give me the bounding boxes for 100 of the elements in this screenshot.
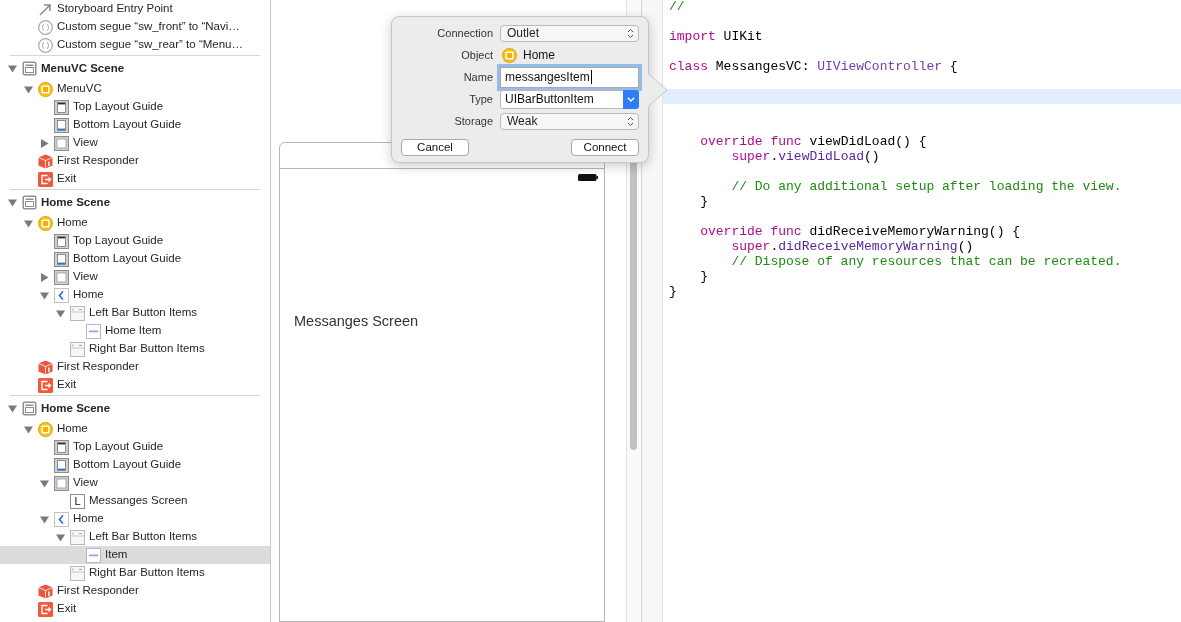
code-line: override func didReceiveMemoryWarning() { bbox=[700, 224, 1021, 239]
outline-item[interactable]: Storyboard Entry Point bbox=[0, 0, 270, 18]
battery-icon bbox=[578, 174, 598, 181]
outline-item[interactable]: Home bbox=[0, 510, 270, 528]
outline-item[interactable]: Bottom Layout Guide bbox=[0, 250, 270, 268]
cube-icon bbox=[38, 359, 53, 375]
dialog-button[interactable]: Connect bbox=[571, 139, 639, 156]
screen-label: Messanges Screen bbox=[294, 312, 419, 331]
outline-item[interactable]: Right Bar Button Items bbox=[0, 564, 270, 582]
outline-item[interactable]: MenuVC bbox=[0, 80, 270, 98]
code-line: super.didReceiveMemoryWarning() bbox=[731, 239, 974, 254]
disclosure-triangle-icon[interactable] bbox=[39, 290, 49, 300]
up-down-chevron-icon bbox=[627, 115, 634, 127]
chevron-down-icon bbox=[627, 96, 635, 102]
outline-item[interactable]: Exit bbox=[0, 600, 270, 618]
disclosure-triangle-icon[interactable] bbox=[55, 308, 65, 318]
chevron-icon bbox=[54, 287, 69, 303]
square-icon bbox=[54, 269, 69, 285]
window-icon bbox=[22, 61, 37, 76]
layout-guide-icon bbox=[54, 117, 69, 133]
outline-item[interactable]: MenuVC Scene bbox=[0, 57, 270, 80]
up-down-chevron-icon bbox=[627, 27, 634, 39]
disclosure-triangle-icon[interactable] bbox=[7, 198, 17, 207]
outline-item[interactable]: Bottom Layout Guide bbox=[0, 116, 270, 134]
disclosure-triangle-icon[interactable] bbox=[23, 84, 33, 94]
outline-item[interactable]: Home bbox=[0, 286, 270, 304]
code-line: class MessangesVC: UIViewController { bbox=[669, 59, 958, 74]
outline-item[interactable]: Right Bar Button Items bbox=[0, 340, 270, 358]
outline-item[interactable]: L Messanges Screen bbox=[0, 492, 270, 510]
code-line: } bbox=[669, 284, 677, 299]
layout-guide-icon bbox=[54, 99, 69, 115]
popup-button[interactable]: Weak bbox=[500, 112, 639, 130]
code-line: // Dispose of any resources that can be recreated. bbox=[731, 254, 1122, 269]
outline-item[interactable]: Exit bbox=[0, 376, 270, 394]
disclosure-triangle-icon[interactable] bbox=[23, 424, 33, 434]
outline-item[interactable]: Bottom Layout Guide bbox=[0, 456, 270, 474]
toolbar-icon bbox=[70, 565, 85, 581]
outline-item[interactable]: First Responder bbox=[0, 582, 270, 600]
bar-item-icon bbox=[86, 547, 101, 563]
field-label: Storage bbox=[454, 113, 493, 129]
outline-item[interactable]: View bbox=[0, 474, 270, 492]
disclosure-triangle-icon[interactable] bbox=[39, 138, 49, 148]
layout-guide-icon bbox=[54, 457, 69, 473]
outline-item[interactable]: Top Layout Guide bbox=[0, 438, 270, 456]
outline-item[interactable]: View bbox=[0, 268, 270, 286]
outline-item[interactable]: Home Scene bbox=[0, 397, 270, 420]
outline-item[interactable]: View bbox=[0, 134, 270, 152]
popup-button[interactable]: Outlet bbox=[500, 24, 639, 42]
exit-icon bbox=[38, 601, 53, 617]
code-line: } bbox=[700, 194, 708, 209]
outline-item[interactable]: Left Bar Button Items bbox=[0, 528, 270, 546]
outline-item[interactable]: Exit bbox=[0, 170, 270, 188]
exit-icon bbox=[38, 171, 53, 187]
chevron-icon bbox=[54, 511, 69, 527]
text-cursor-icon bbox=[590, 70, 592, 84]
dropdown-button[interactable] bbox=[623, 89, 639, 109]
disclosure-triangle-icon[interactable] bbox=[7, 404, 17, 413]
outline-item[interactable]: Custom segue “sw_front” to “Navi… bbox=[0, 18, 270, 36]
name-field[interactable]: messangesItem bbox=[500, 66, 639, 88]
layout-guide-icon bbox=[54, 439, 69, 455]
exit-icon bbox=[38, 377, 53, 393]
bar-item-icon bbox=[86, 323, 101, 339]
outline-item[interactable]: Item bbox=[0, 546, 270, 564]
disclosure-triangle-icon[interactable] bbox=[39, 478, 49, 488]
layout-guide-icon bbox=[54, 251, 69, 267]
toolbar-icon bbox=[70, 341, 85, 357]
disclosure-triangle-icon[interactable] bbox=[23, 218, 33, 228]
disclosure-triangle-icon[interactable] bbox=[7, 64, 17, 73]
disclosure-triangle-icon[interactable] bbox=[39, 514, 49, 524]
outline-item[interactable]: First Responder bbox=[0, 152, 270, 170]
field-label: Object bbox=[461, 47, 493, 63]
square-in-circle-icon bbox=[38, 421, 53, 437]
outline-item[interactable]: Home Scene bbox=[0, 191, 270, 214]
field-label: Name bbox=[463, 69, 493, 85]
outline-item[interactable]: First Responder bbox=[0, 358, 270, 376]
code-line: import UIKit bbox=[669, 29, 763, 44]
cube-icon bbox=[38, 153, 53, 169]
field-label: Connection bbox=[437, 25, 493, 41]
outline-item[interactable]: Home Item bbox=[0, 322, 270, 340]
combo-box[interactable]: UIBarButtonItem bbox=[500, 89, 639, 109]
cube-icon bbox=[38, 583, 53, 599]
object-name: Home bbox=[522, 47, 556, 64]
code-line: } bbox=[700, 269, 708, 284]
code-line: override func viewDidLoad() { bbox=[700, 134, 927, 149]
window-icon bbox=[22, 195, 37, 210]
toolbar-icon bbox=[70, 305, 85, 321]
disclosure-triangle-icon[interactable] bbox=[39, 272, 49, 282]
dialog-button[interactable]: Cancel bbox=[401, 139, 469, 156]
outline-item[interactable]: Home bbox=[0, 214, 270, 232]
square-in-circle-icon bbox=[502, 47, 517, 63]
square-icon bbox=[54, 475, 69, 491]
outline-item[interactable]: Top Layout Guide bbox=[0, 98, 270, 116]
letter-icon: L bbox=[70, 493, 85, 509]
outline-item[interactable]: Custom segue “sw_rear” to “Menu… bbox=[0, 36, 270, 54]
outline-item[interactable]: Top Layout Guide bbox=[0, 232, 270, 250]
outline-item[interactable]: Home bbox=[0, 420, 270, 438]
arrow-icon bbox=[38, 1, 53, 17]
outline-item[interactable]: Left Bar Button Items bbox=[0, 304, 270, 322]
code-line: // bbox=[669, 0, 685, 14]
disclosure-triangle-icon[interactable] bbox=[55, 532, 65, 542]
